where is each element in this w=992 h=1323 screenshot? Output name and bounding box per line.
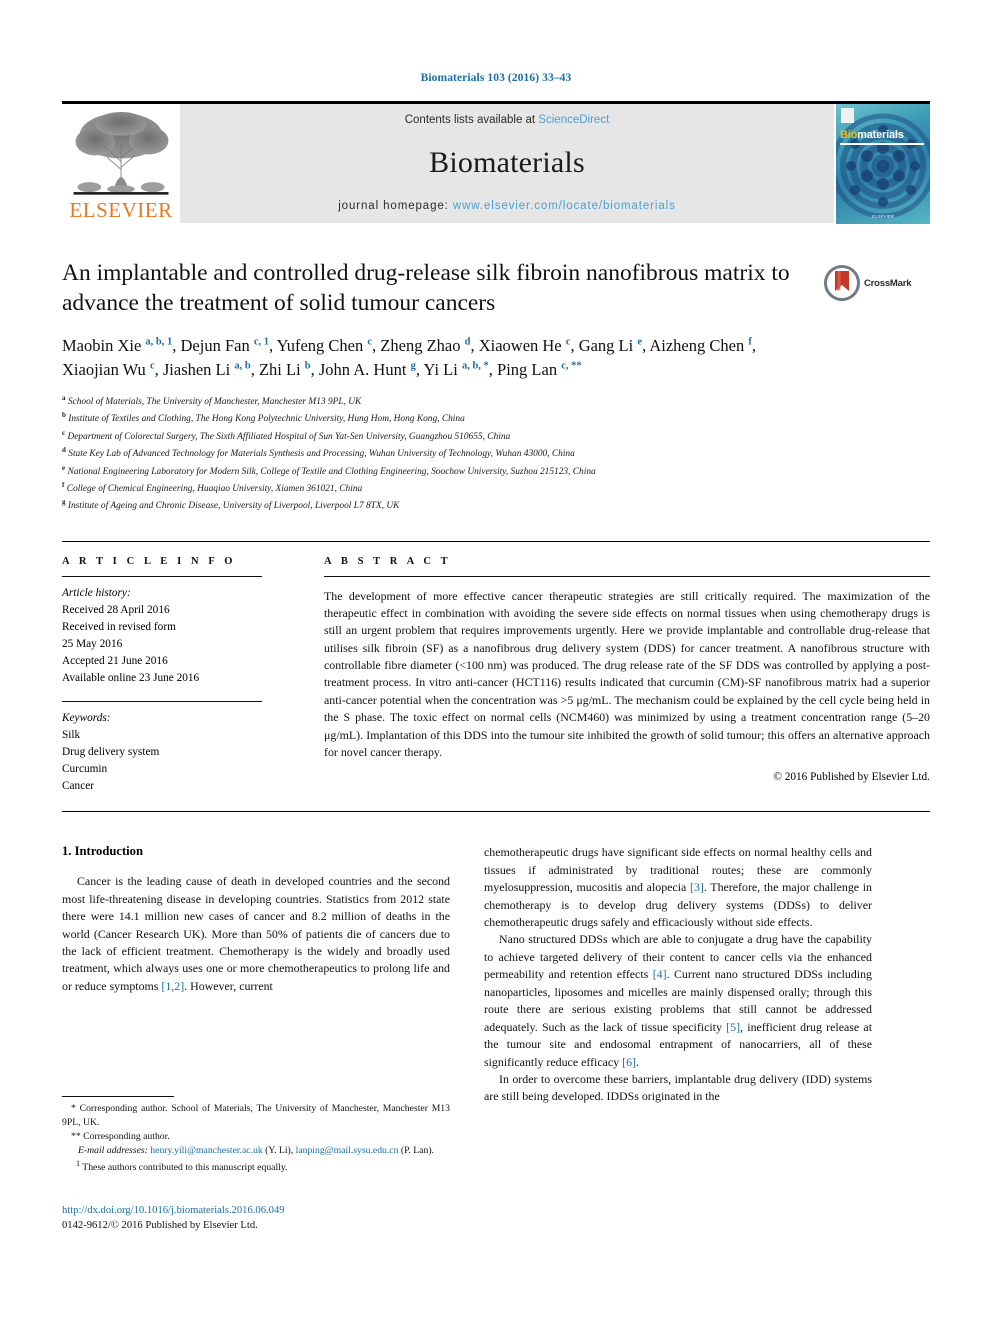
journal-band: Contents lists available at ScienceDirec… xyxy=(180,104,834,223)
citation-ref-4[interactable]: [4] xyxy=(653,967,667,981)
journal-title: Biomaterials xyxy=(429,146,585,179)
article-info-column: A R T I C L E I N F O Article history: R… xyxy=(62,556,280,796)
article-info-rule xyxy=(62,575,262,577)
journal-homepage-line: journal homepage: www.elsevier.com/locat… xyxy=(338,200,676,212)
article-history-label: Article history: xyxy=(62,586,131,599)
footnote-emails: E-mail addresses: henry.yili@manchester.… xyxy=(62,1144,450,1158)
affiliation-text: Institute of Ageing and Chronic Disease,… xyxy=(65,501,400,512)
journal-masthead: ELSEVIER Contents lists available at Sci… xyxy=(62,101,930,224)
affiliation-item: d State Key Lab of Advanced Technology f… xyxy=(62,445,930,462)
cover-title-bio: Bio xyxy=(840,129,858,141)
article-info-heading: A R T I C L E I N F O xyxy=(62,555,237,567)
cover-title-materials: materials xyxy=(857,129,904,141)
equal-contrib-text: These authors contributed to this manusc… xyxy=(80,1162,288,1174)
sciencedirect-link[interactable]: ScienceDirect xyxy=(538,114,609,126)
keywords-rule xyxy=(62,700,262,702)
citation-ref-1-2[interactable]: [1,2] xyxy=(161,979,184,993)
email-2-owner: (P. Lan). xyxy=(398,1145,434,1157)
cover-publisher-mark xyxy=(841,108,854,123)
footnote-corresponding-1: * Corresponding author. School of Materi… xyxy=(62,1103,450,1129)
contents-prefix: Contents lists available at xyxy=(404,114,539,126)
contents-available-line: Contents lists available at ScienceDirec… xyxy=(405,114,610,126)
intro-paragraph-right-1: chemotherapeutic drugs have significant … xyxy=(484,844,872,931)
elsevier-logo-block: ELSEVIER xyxy=(62,104,180,223)
page-title: An implantable and controlled drug-relea… xyxy=(62,260,790,316)
intro-paragraph-right-2: Nano structured DDSs which are able to c… xyxy=(484,931,872,1071)
citation-ref-3[interactable]: [3] xyxy=(690,880,704,894)
intro-right-2d: . xyxy=(635,1054,639,1069)
intro-left-text-b: . However, current xyxy=(184,978,273,993)
affiliation-list: a School of Materials, The University of… xyxy=(62,393,930,515)
email-label: E-mail addresses: xyxy=(78,1145,148,1157)
keywords-block: Keywords: Silk Drug delivery system Curcum… xyxy=(62,700,262,796)
keyword-item: Curcumin xyxy=(62,762,108,775)
article-history-item: 25 May 2016 xyxy=(62,638,123,651)
article-history-item: Available online 23 June 2016 xyxy=(62,672,200,685)
affiliation-item: c Department of Colorectal Surgery, The … xyxy=(62,428,930,445)
affiliation-item: g Institute of Ageing and Chronic Diseas… xyxy=(62,497,930,514)
keyword-item: Cancer xyxy=(62,780,94,793)
abstract-copyright: © 2016 Published by Elsevier Ltd. xyxy=(773,771,930,784)
journal-cover-block: Biomaterials ELSEVIER xyxy=(834,104,930,224)
crossmark-label: CrossMark xyxy=(864,277,912,289)
crossmark-icon xyxy=(824,265,860,301)
elsevier-tree-icon xyxy=(73,111,169,195)
crossmark-badge[interactable]: CrossMark xyxy=(824,263,930,303)
keywords-lines: Silk Drug delivery system Curcumin Cancer xyxy=(62,727,262,796)
article-history-item: Received in revised form xyxy=(62,620,176,633)
body-left-column: 1. Introduction Cancer is the leading ca… xyxy=(62,844,450,1106)
affiliation-item: e National Engineering Laboratory for Mo… xyxy=(62,463,930,480)
intro-left-text-a: Cancer is the leading cause of death in … xyxy=(62,874,450,993)
email-1-owner: (Y. Li), xyxy=(262,1145,296,1157)
introduction-heading: 1. Introduction xyxy=(62,844,143,859)
cover-title-underline xyxy=(840,143,924,145)
keyword-item: Silk xyxy=(62,728,81,741)
running-head: Biomaterials 103 (2016) 33–43 xyxy=(420,72,572,84)
affiliation-text: State Key Lab of Advanced Technology for… xyxy=(65,449,575,460)
doi-link[interactable]: http://dx.doi.org/10.1016/j.biomaterials… xyxy=(62,1204,482,1219)
article-history-lines: Received 28 April 2016 Received in revise… xyxy=(62,602,262,688)
intro-paragraph-right-3: In order to overcome these barriers, imp… xyxy=(484,1071,872,1104)
affiliation-text: College of Chemical Engineering, Huaqiao… xyxy=(64,483,363,494)
affiliation-item: b Institute of Textiles and Clothing, Th… xyxy=(62,410,930,427)
abstract-heading: A B S T R A C T xyxy=(324,555,452,567)
footnote-equal-contribution: 1 These authors contributed to this manu… xyxy=(62,1158,450,1175)
journal-cover-image: Biomaterials ELSEVIER xyxy=(836,104,930,224)
author-list: Maobin Xie a, b, 1, Dejun Fan c, 1, Yufe… xyxy=(62,336,756,379)
article-history-item: Received 28 April 2016 xyxy=(62,603,170,616)
footnote-rule xyxy=(62,1096,174,1097)
keywords-label: Keywords: xyxy=(62,711,111,724)
footnote-corresponding-2: ** Corresponding author. xyxy=(71,1131,170,1143)
body-right-column: chemotherapeutic drugs have significant … xyxy=(484,844,872,1106)
abstract-text: The development of more effective cancer… xyxy=(324,588,930,759)
abstract-column: A B S T R A C T The development of more … xyxy=(280,556,930,796)
affiliation-text: Department of Colorectal Surgery, The Si… xyxy=(65,431,511,442)
citation-ref-6[interactable]: [6] xyxy=(622,1055,636,1069)
keyword-item: Drug delivery system xyxy=(62,745,160,758)
email-link-2[interactable]: lanping@mail.sysu.edu.cn xyxy=(296,1145,399,1156)
elsevier-wordmark: ELSEVIER xyxy=(69,198,173,222)
cover-title: Biomaterials xyxy=(840,129,904,141)
affiliation-text: National Engineering Laboratory for Mode… xyxy=(65,466,596,477)
affiliation-item: a School of Materials, The University of… xyxy=(62,393,930,410)
affiliation-text: Institute of Textiles and Clothing, The … xyxy=(65,414,465,425)
journal-homepage-link[interactable]: www.elsevier.com/locate/biomaterials xyxy=(453,200,676,212)
doi-block: http://dx.doi.org/10.1016/j.biomaterials… xyxy=(62,1204,482,1234)
paper-page: Biomaterials 103 (2016) 33–43 ELSEVIER C… xyxy=(0,0,992,1323)
article-history-item: Accepted 21 June 2016 xyxy=(62,655,168,668)
issn-copyright: 0142-9612/© 2016 Published by Elsevier L… xyxy=(62,1219,258,1231)
info-abstract-block: A R T I C L E I N F O Article history: R… xyxy=(62,540,930,813)
footnote-block: * Corresponding author. School of Materi… xyxy=(62,1096,450,1176)
abstract-rule xyxy=(324,575,930,577)
intro-paragraph-left: Cancer is the leading cause of death in … xyxy=(62,873,450,995)
title-area: An implantable and controlled drug-relea… xyxy=(62,259,930,318)
citation-ref-5[interactable]: [5] xyxy=(726,1020,740,1034)
homepage-prefix: journal homepage: xyxy=(338,200,453,212)
affiliation-item: f College of Chemical Engineering, Huaqi… xyxy=(62,480,930,497)
email-link-1[interactable]: henry.yili@manchester.ac.uk xyxy=(150,1145,262,1156)
cover-footer-text: ELSEVIER xyxy=(871,214,894,219)
body-columns: 1. Introduction Cancer is the leading ca… xyxy=(62,844,930,1106)
affiliation-text: School of Materials, The University of M… xyxy=(65,397,362,408)
